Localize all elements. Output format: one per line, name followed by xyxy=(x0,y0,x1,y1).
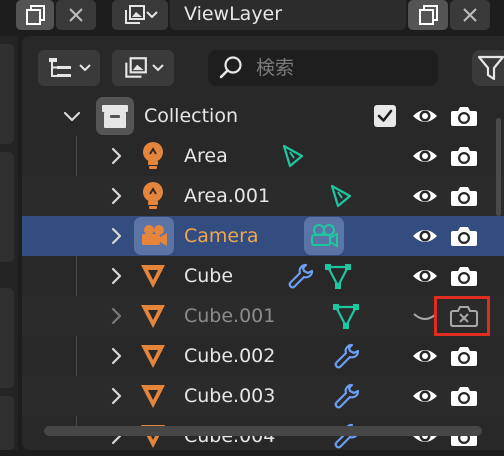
left-sidebar-tab[interactable] xyxy=(0,44,14,144)
chevron-right-icon[interactable] xyxy=(106,186,126,206)
mesh-object-icon xyxy=(139,382,167,410)
collection-icon-bg xyxy=(96,97,134,135)
camera-render-icon[interactable] xyxy=(450,105,478,127)
eye-icon[interactable] xyxy=(411,346,439,366)
collection-box-icon xyxy=(102,105,128,128)
camera-render-icon[interactable] xyxy=(450,345,478,367)
view-layer-copy-button[interactable] xyxy=(408,0,448,30)
copy-icon xyxy=(419,5,438,25)
wrench-modifier-icon[interactable] xyxy=(332,382,360,410)
image-stack-icon xyxy=(125,57,147,78)
chevron-down-icon xyxy=(152,64,164,72)
camera-render-icon[interactable] xyxy=(450,185,478,207)
horizontal-scrollbar[interactable] xyxy=(44,426,482,436)
chevron-right-icon[interactable] xyxy=(106,306,126,326)
camera-render-icon[interactable] xyxy=(450,385,478,407)
exclude-checkbox[interactable] xyxy=(374,105,396,127)
outliner-row-cube-003[interactable]: Cube.003 xyxy=(22,376,504,416)
outliner-row-cube-002[interactable]: Cube.002 xyxy=(22,336,504,376)
mesh-data-icon[interactable] xyxy=(332,302,360,330)
eye-icon[interactable] xyxy=(411,266,439,286)
filter-view-layer-dropdown[interactable] xyxy=(112,50,174,86)
filter-button[interactable] xyxy=(472,50,504,86)
view-layer-name-field[interactable]: ViewLayer xyxy=(170,0,406,30)
left-sidebar-tab[interactable] xyxy=(0,152,14,262)
mesh-object-icon xyxy=(139,342,167,370)
chevron-down-icon xyxy=(79,64,91,72)
wrench-modifier-icon[interactable] xyxy=(286,262,314,290)
camera-render-icon[interactable] xyxy=(450,225,478,247)
display-mode-dropdown[interactable] xyxy=(38,50,100,86)
collection-label: Collection xyxy=(144,105,238,127)
copy-icon xyxy=(26,5,45,25)
eye-icon[interactable] xyxy=(411,186,439,206)
view-layer-close-button[interactable] xyxy=(450,0,490,30)
chevron-right-icon[interactable] xyxy=(106,146,126,166)
close-icon xyxy=(463,8,477,22)
light-object-icon xyxy=(140,141,166,171)
outliner-row-camera[interactable]: Camera xyxy=(22,216,504,256)
mesh-object-icon xyxy=(139,302,167,330)
eye-icon[interactable] xyxy=(411,146,439,166)
outliner-row-area-001[interactable]: Area.001 xyxy=(22,176,504,216)
left-sidebar-tab[interactable] xyxy=(0,288,14,388)
view-layer-browse-dropdown[interactable] xyxy=(112,0,168,30)
eye-icon[interactable] xyxy=(411,226,439,246)
vertical-scrollbar[interactable] xyxy=(496,118,501,216)
outliner-view-icon xyxy=(49,58,71,77)
left-sidebar-tab[interactable] xyxy=(0,396,14,450)
mesh-object-icon xyxy=(139,262,167,290)
outliner-row-cube-001[interactable]: Cube.001 xyxy=(22,296,504,336)
chevron-down-icon xyxy=(146,11,158,19)
outliner-row-cube[interactable]: Cube xyxy=(22,256,504,296)
highlight-box xyxy=(434,296,490,336)
outliner-row-cube-004[interactable]: Cube.004 xyxy=(22,416,504,456)
filter-funnel-icon xyxy=(477,55,504,81)
search-input[interactable] xyxy=(254,56,418,80)
wrench-modifier-icon[interactable] xyxy=(332,342,360,370)
chevron-right-icon[interactable] xyxy=(106,266,126,286)
camera-object-icon xyxy=(139,222,169,250)
chevron-right-icon[interactable] xyxy=(106,386,126,406)
collection-row[interactable]: Collection xyxy=(22,96,504,136)
camera-render-icon[interactable] xyxy=(450,145,478,167)
light-object-icon xyxy=(140,181,166,211)
checkmark-icon xyxy=(377,109,393,122)
eye-icon[interactable] xyxy=(411,106,439,126)
light-data-icon[interactable] xyxy=(326,182,354,210)
search-box[interactable] xyxy=(208,50,438,86)
search-icon xyxy=(219,56,242,79)
outliner-row-area[interactable]: Area xyxy=(22,136,504,176)
eye-icon[interactable] xyxy=(411,386,439,406)
object-name: Area.001 xyxy=(184,185,271,207)
image-stack-icon xyxy=(125,5,145,24)
camera-render-icon[interactable] xyxy=(450,265,478,287)
camera-data-icon xyxy=(309,222,339,250)
camera-icon-bg xyxy=(134,217,174,255)
object-name: Camera xyxy=(184,225,259,247)
chevron-right-icon[interactable] xyxy=(106,346,126,366)
camera-data-bg[interactable] xyxy=(304,217,344,255)
object-name: Cube.001 xyxy=(184,305,276,327)
chevron-down-icon[interactable] xyxy=(62,106,82,126)
light-data-icon[interactable] xyxy=(278,142,306,170)
chevron-right-icon[interactable] xyxy=(106,226,126,246)
object-name: Cube.002 xyxy=(184,345,276,367)
scene-copy-button[interactable] xyxy=(16,0,54,30)
object-name: Cube xyxy=(184,265,234,287)
mesh-data-icon[interactable] xyxy=(324,262,352,290)
close-icon xyxy=(69,8,83,22)
object-name: Area xyxy=(184,145,228,167)
object-name: Cube.003 xyxy=(184,385,276,407)
scene-close-button[interactable] xyxy=(56,0,96,30)
